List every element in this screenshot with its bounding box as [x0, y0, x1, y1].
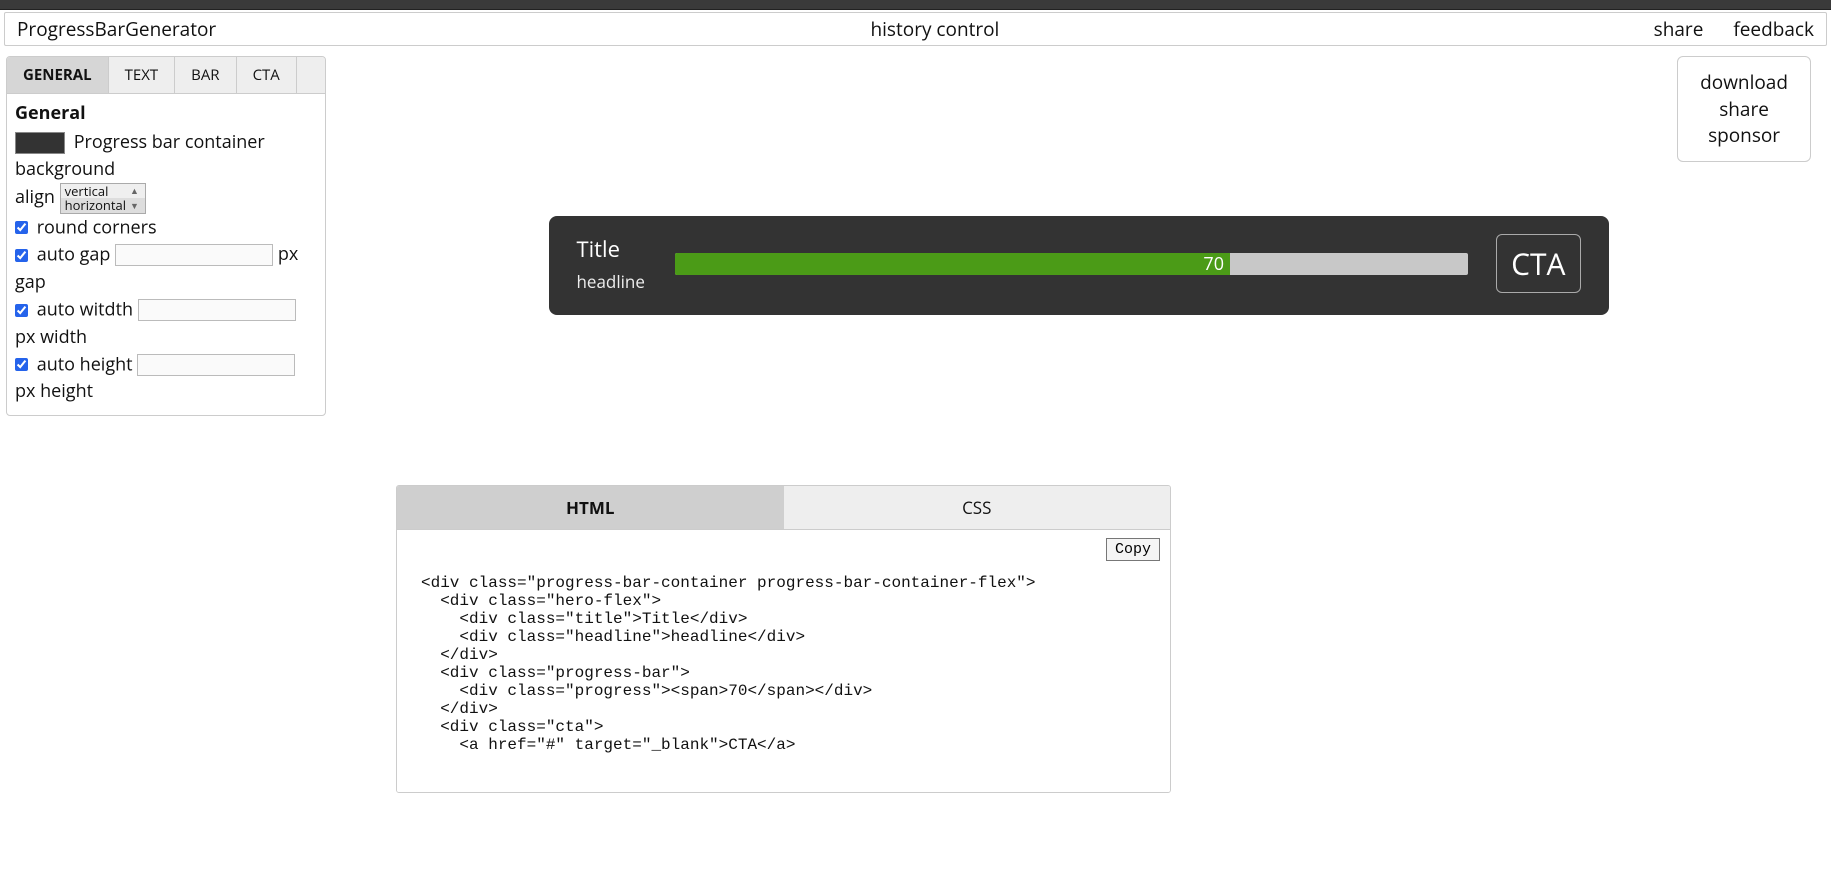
preview-bar-track: 70	[675, 253, 1469, 275]
preview-hero: Title headline	[577, 234, 647, 293]
app-name: ProgressBarGenerator	[17, 16, 216, 42]
settings-tabs: GENERAL TEXT BAR CTA	[7, 57, 325, 94]
preview-title: Title	[577, 234, 647, 264]
download-button[interactable]: download	[1700, 69, 1788, 96]
height-input[interactable]	[137, 354, 295, 376]
feedback-link[interactable]: feedback	[1733, 16, 1814, 42]
top-bar: ProgressBarGenerator history control sha…	[4, 12, 1827, 46]
auto-width-label: auto witdth	[37, 298, 133, 322]
width-input[interactable]	[138, 299, 296, 321]
bg-color-swatch[interactable]	[15, 132, 65, 154]
browser-chrome	[0, 0, 1831, 10]
height-suffix: px height	[15, 379, 93, 403]
progress-preview: Title headline 70 CTA	[549, 216, 1609, 315]
copy-button[interactable]: Copy	[1106, 538, 1160, 561]
preview-headline: headline	[577, 270, 647, 293]
align-select[interactable]: vertical▲ horizontal▼	[60, 183, 146, 214]
round-corners-checkbox[interactable]	[15, 221, 28, 234]
sponsor-button[interactable]: sponsor	[1700, 122, 1788, 149]
code-body: Copy <div class="progress-bar-container …	[397, 530, 1170, 792]
settings-panel: GENERAL TEXT BAR CTA General Progress ba…	[6, 56, 326, 416]
main-area: GENERAL TEXT BAR CTA General Progress ba…	[0, 46, 1831, 793]
gap-input[interactable]	[115, 244, 273, 266]
tab-cta[interactable]: CTA	[237, 57, 297, 93]
share-link[interactable]: share	[1654, 16, 1704, 42]
tab-general[interactable]: GENERAL	[7, 57, 109, 93]
auto-gap-checkbox[interactable]	[15, 249, 28, 262]
settings-body: General Progress bar container backgroun…	[7, 94, 325, 415]
chevron-up-icon: ▲	[130, 186, 139, 196]
preview-cta-button[interactable]: CTA	[1496, 234, 1580, 293]
auto-height-label: auto height	[37, 352, 133, 376]
share-button[interactable]: share	[1700, 96, 1788, 123]
code-content[interactable]: <div class="progress-bar-container progr…	[421, 574, 1036, 754]
auto-width-checkbox[interactable]	[15, 304, 28, 317]
auto-gap-label: auto gap	[37, 243, 111, 267]
tab-bar[interactable]: BAR	[175, 57, 236, 93]
preview-bar-value: 70	[1203, 253, 1224, 275]
align-option-horizontal[interactable]: horizontal	[65, 198, 126, 212]
code-tabs: HTML CSS	[397, 486, 1170, 530]
code-area: HTML CSS Copy <div class="progress-bar-c…	[396, 485, 1171, 793]
actions-box: download share sponsor	[1677, 56, 1811, 162]
top-right-links: share feedback	[1654, 16, 1814, 42]
align-label: align	[15, 185, 55, 209]
code-tab-css[interactable]: CSS	[784, 486, 1171, 529]
preview-bar-fill: 70	[675, 253, 1231, 275]
section-title: General	[15, 100, 317, 127]
auto-height-checkbox[interactable]	[15, 358, 28, 371]
chevron-down-icon: ▼	[130, 201, 139, 211]
tab-text[interactable]: TEXT	[109, 57, 176, 93]
width-suffix: px width	[15, 325, 87, 349]
history-control-label[interactable]: history control	[216, 16, 1653, 42]
code-tab-html[interactable]: HTML	[397, 486, 784, 529]
round-corners-label: round corners	[37, 215, 157, 239]
preview-area: download share sponsor Title headline 70…	[326, 56, 1831, 793]
